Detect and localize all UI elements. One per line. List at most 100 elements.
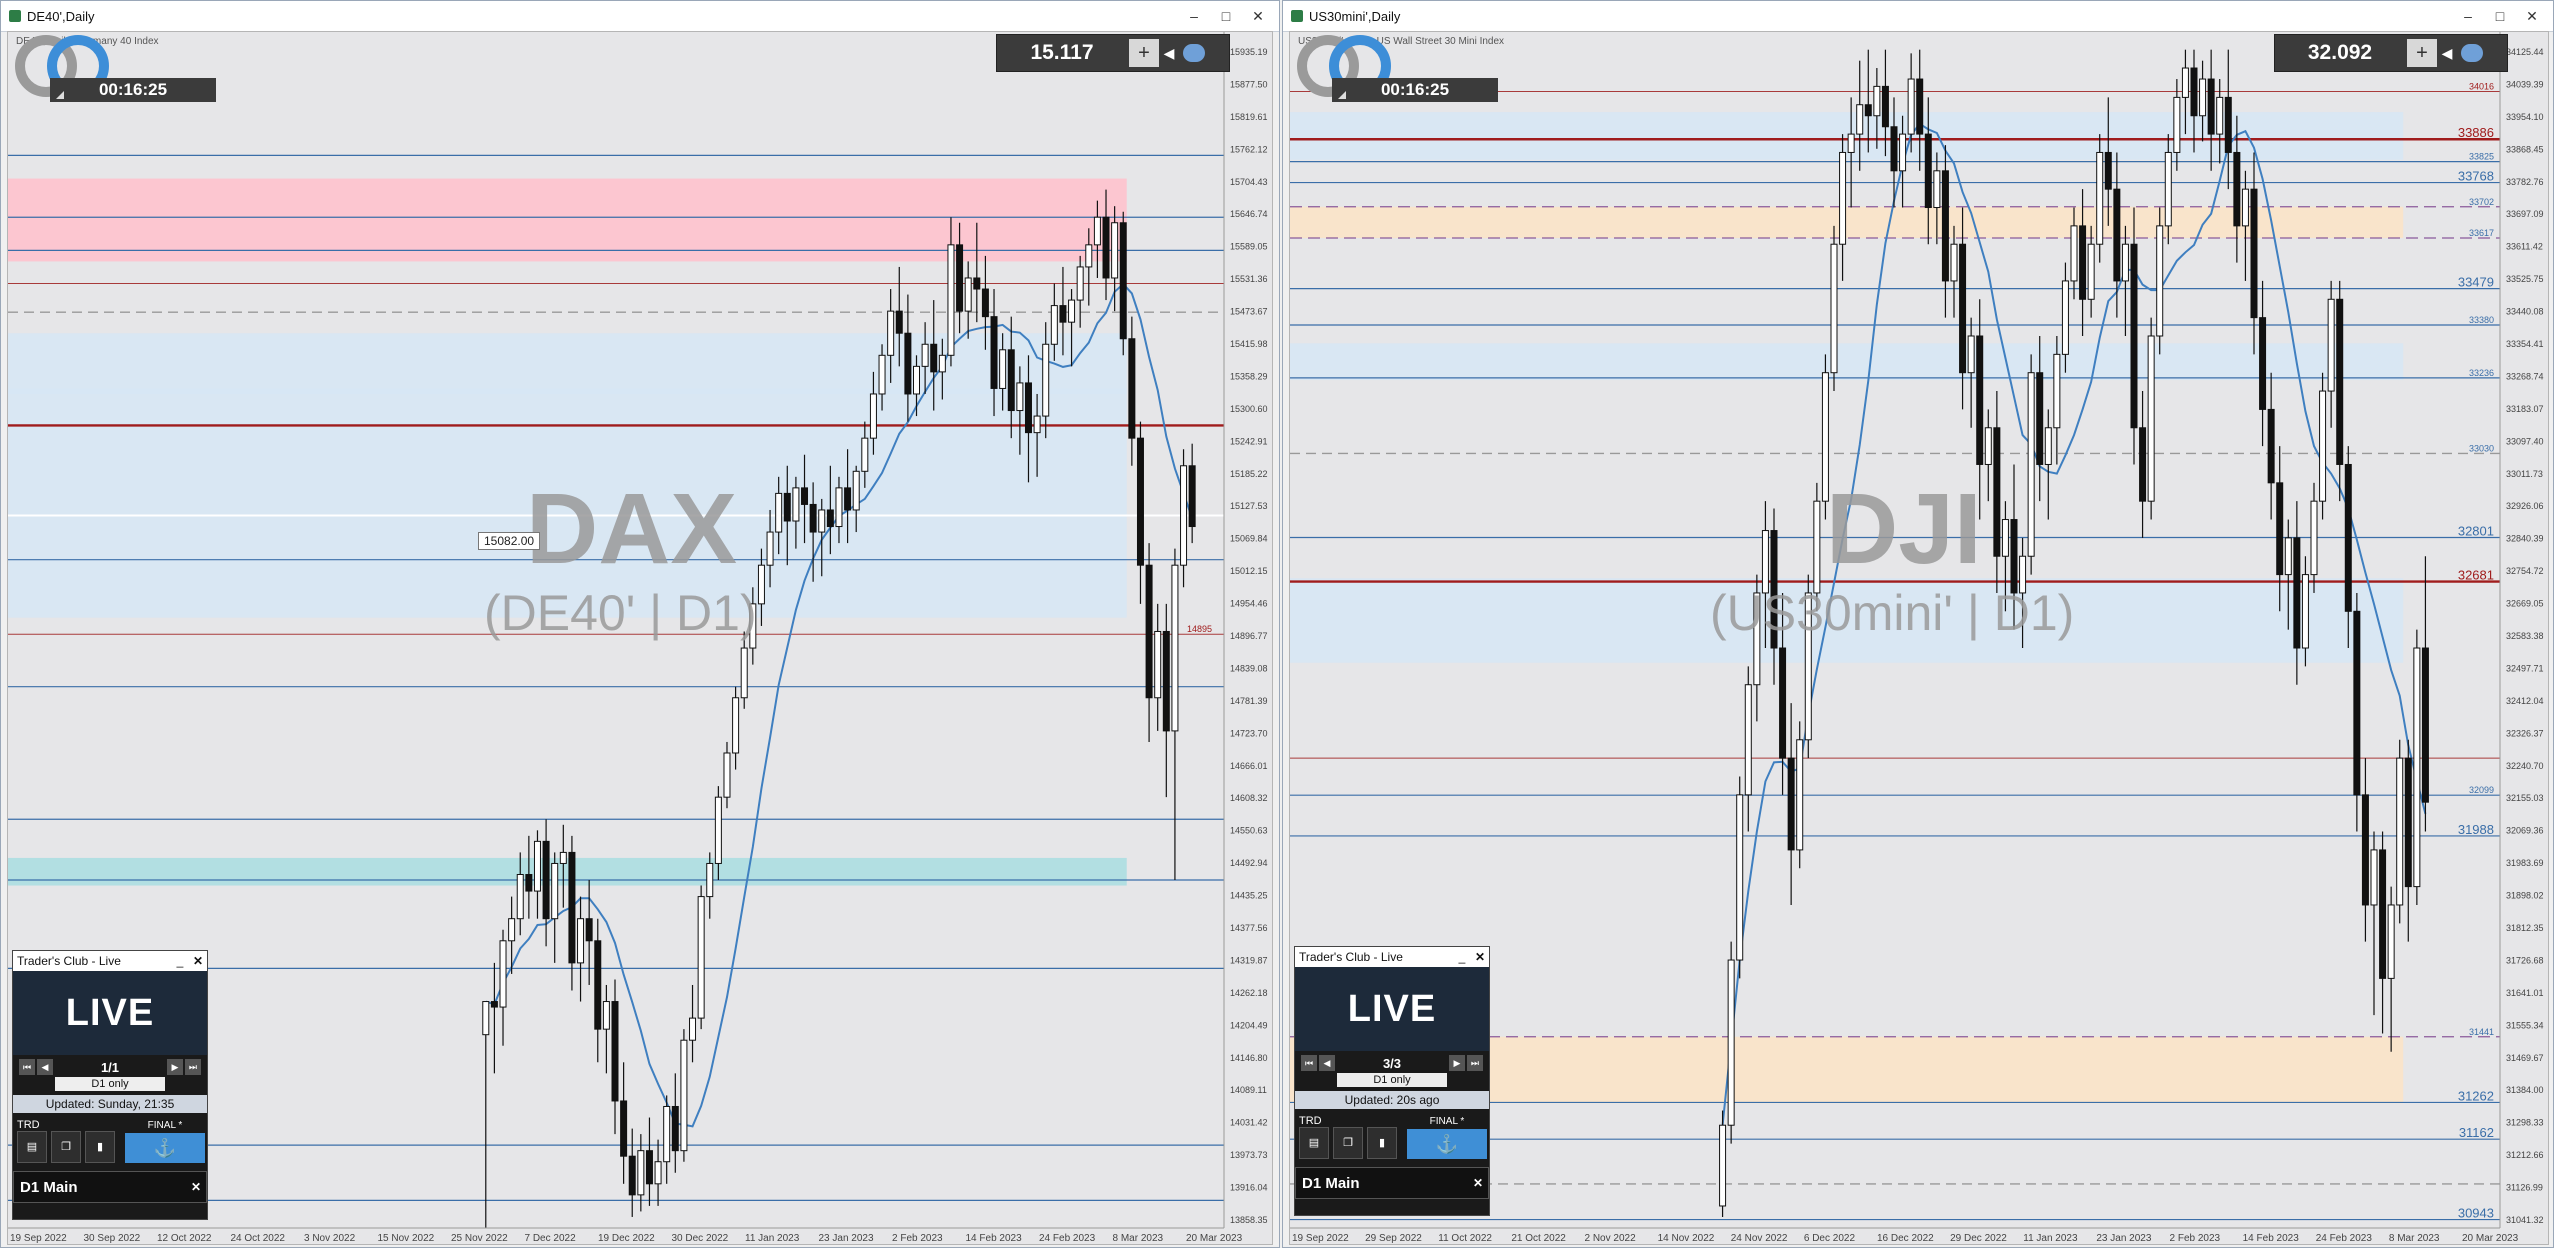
price-tick-label: 14262.18: [1230, 988, 1268, 998]
candle-body: [671, 1105, 679, 1152]
candle-body: [904, 332, 912, 395]
price-label-box[interactable]: 15082.00: [478, 532, 541, 550]
candle-body: [602, 1001, 610, 1030]
date-tick-label: 7 Dec 2022: [525, 1233, 577, 1244]
candle-body: [2370, 849, 2378, 906]
traders-club-panel[interactable]: Trader's Club - Live _ ✕ LIVE ⏮ ◀ 1/1 ▶ ⏭ …: [12, 950, 208, 1220]
collapse-left-icon[interactable]: ◀: [1159, 45, 1179, 62]
close-icon[interactable]: ✕: [1471, 950, 1489, 964]
price-tick-label: 32326.37: [2506, 728, 2544, 738]
minimize-icon[interactable]: –: [2453, 5, 2483, 27]
plus-icon[interactable]: +: [2407, 39, 2437, 67]
status-circle-icon[interactable]: [1183, 44, 1205, 62]
d1-main-tab[interactable]: D1 Main ✕: [1295, 1167, 1489, 1199]
close-icon[interactable]: ✕: [186, 1180, 206, 1194]
windows-icon[interactable]: ❐: [51, 1131, 81, 1163]
timeframe-filter[interactable]: D1 only: [55, 1077, 165, 1091]
close-icon[interactable]: ✕: [189, 954, 207, 968]
last-page-icon[interactable]: ⏭: [184, 1059, 201, 1075]
window-titlebar[interactable]: DE40',Daily – □ ✕: [1, 1, 1279, 32]
candle-timer: 00:16:25: [50, 78, 216, 102]
candle-body: [757, 564, 765, 605]
candle-body: [611, 1001, 619, 1102]
candle-body: [2353, 610, 2361, 796]
panel-title: Trader's Club - Live: [17, 954, 121, 968]
price-tick-label: 14781.39: [1230, 696, 1268, 706]
price-tick-label: 31898.02: [2506, 891, 2544, 901]
level-label: 33825: [2469, 152, 2494, 162]
candle-body: [2361, 794, 2369, 906]
price-tick-label: 14319.87: [1230, 955, 1268, 965]
panel-title: Trader's Club - Live: [1299, 950, 1403, 964]
close-icon[interactable]: ✕: [2517, 5, 2547, 27]
maximize-icon[interactable]: □: [1211, 5, 1241, 27]
spread-value: 15.117: [1030, 41, 1094, 64]
prev-page-icon[interactable]: ◀: [1319, 1055, 1335, 1071]
first-page-icon[interactable]: ⏮: [1301, 1055, 1317, 1071]
price-tick-label: 14954.46: [1230, 599, 1268, 609]
plus-icon[interactable]: +: [1129, 39, 1159, 67]
close-icon[interactable]: ✕: [1243, 5, 1273, 27]
final-label: FINAL *: [147, 1119, 183, 1131]
candle-body: [844, 487, 852, 511]
candle-body: [956, 244, 964, 312]
prev-page-icon[interactable]: ◀: [37, 1059, 53, 1075]
price-tick-label: 14723.70: [1230, 728, 1268, 738]
candle-body: [1890, 126, 1898, 172]
price-tick-label: 14666.01: [1230, 761, 1268, 771]
candle-body: [1864, 104, 1872, 117]
d1-main-tab[interactable]: D1 Main ✕: [13, 1171, 207, 1203]
close-icon[interactable]: ✕: [1468, 1176, 1488, 1190]
price-chart[interactable]: 34125.44 34039.39 33954.10 33868.45 33782.76…: [1289, 31, 2549, 1245]
d1-main-label: D1 Main: [20, 1178, 78, 1196]
minimize-icon[interactable]: _: [1453, 950, 1471, 964]
next-page-icon[interactable]: ▶: [1448, 1055, 1465, 1071]
candle-body: [533, 840, 541, 892]
ship-icon[interactable]: ⚓: [1407, 1128, 1487, 1159]
first-page-icon[interactable]: ⏮: [19, 1059, 35, 1075]
trash-icon[interactable]: ▮: [1367, 1127, 1397, 1159]
price-tick-label: 32497.71: [2506, 663, 2544, 673]
chart-window-de40[interactable]: DE40',Daily – □ ✕ 15935.19 15877.50 15819.…: [0, 0, 1280, 1248]
ship-icon[interactable]: ⚓: [125, 1132, 205, 1163]
price-tick-label: 32240.70: [2506, 761, 2544, 771]
timeframe-filter[interactable]: D1 only: [1337, 1073, 1447, 1087]
document-icon[interactable]: ▤: [1299, 1127, 1329, 1159]
candle-body: [706, 862, 714, 898]
page-navigator: ⏮ ◀ 1/1 ▶ ⏭: [13, 1055, 207, 1075]
next-page-icon[interactable]: ▶: [166, 1059, 183, 1075]
candle-body: [1171, 564, 1179, 732]
panel-header[interactable]: Trader's Club - Live _ ✕: [1295, 947, 1489, 967]
live-banner: LIVE: [13, 971, 207, 1055]
date-tick-label: 29 Dec 2022: [1950, 1233, 2007, 1244]
traders-club-panel[interactable]: Trader's Club - Live _ ✕ LIVE ⏮ ◀ 3/3 ▶ ⏭ …: [1294, 946, 1490, 1216]
window-titlebar[interactable]: US30mini',Daily – □ ✕: [1283, 1, 2553, 32]
trash-icon[interactable]: ▮: [85, 1131, 115, 1163]
price-tick-label: 15762.12: [1230, 144, 1268, 154]
panel-header[interactable]: Trader's Club - Live _ ✕: [13, 951, 207, 971]
price-tick-label: 33954.10: [2506, 112, 2544, 122]
windows-icon[interactable]: ❐: [1333, 1127, 1363, 1159]
candle-body: [2293, 537, 2301, 649]
candle-body: [1941, 170, 1949, 282]
price-chart[interactable]: 15935.19 15877.50 15819.61 15762.12 15704.43…: [7, 31, 1273, 1245]
last-page-icon[interactable]: ⏭: [1466, 1055, 1483, 1071]
candle-body: [482, 1001, 490, 1036]
candle-body: [1796, 739, 1804, 851]
price-tick-label: 32754.72: [2506, 566, 2544, 576]
minimize-icon[interactable]: –: [1179, 5, 1209, 27]
chart-window-us30[interactable]: US30mini',Daily – □ ✕ 34125.44 34039.39 33…: [1282, 0, 2554, 1248]
status-circle-icon[interactable]: [2461, 44, 2483, 62]
candle-body: [1933, 170, 1941, 209]
candle-timer: 00:16:25: [1332, 78, 1498, 102]
collapse-left-icon[interactable]: ◀: [2437, 45, 2457, 62]
candle-body: [2156, 225, 2164, 337]
level-label: 33702: [2469, 197, 2494, 207]
candle-body: [835, 487, 843, 528]
candle-body: [1881, 85, 1889, 128]
price-tick-label: 31126.99: [2506, 1183, 2543, 1193]
maximize-icon[interactable]: □: [2485, 5, 2515, 27]
document-icon[interactable]: ▤: [17, 1131, 47, 1163]
minimize-icon[interactable]: _: [171, 954, 189, 968]
triangle-icon: [1338, 91, 1346, 99]
